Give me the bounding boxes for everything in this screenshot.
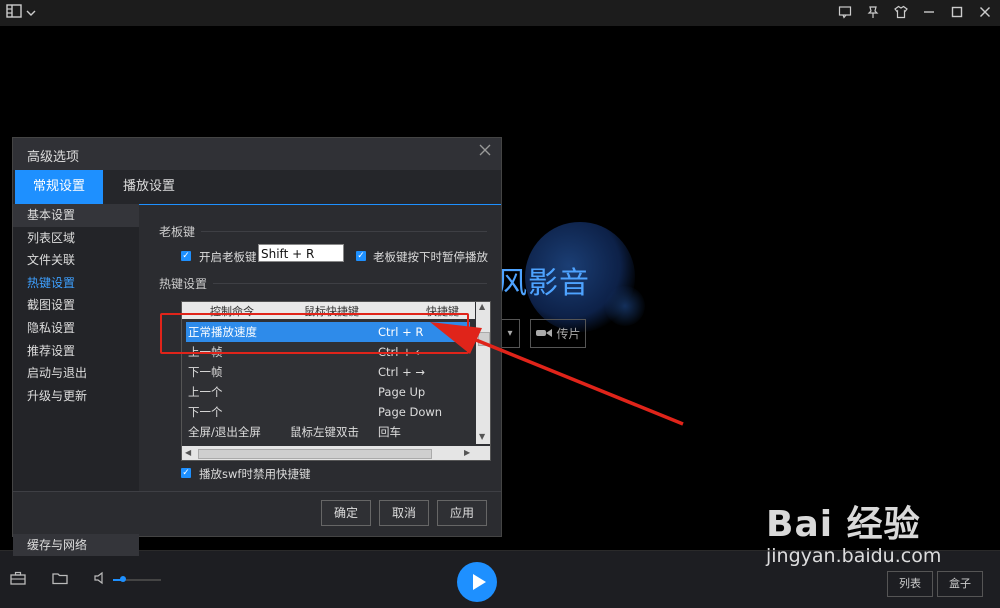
watermark: Bai 经验 jingyan.baidu.com <box>766 495 941 567</box>
horizontal-scrollbar[interactable]: ◀ ▶ <box>182 446 490 460</box>
close-icon[interactable] <box>479 144 491 160</box>
volume-knob[interactable] <box>119 576 126 582</box>
divider <box>13 491 501 492</box>
table-row[interactable]: 全屏/退出全屏 鼠标左键双击 回车 <box>186 422 470 442</box>
chevron-down-icon[interactable]: ▾ <box>501 319 520 348</box>
row-command: 下一帧 <box>188 365 223 379</box>
table-row[interactable]: 下一帧 Ctrl + → <box>186 362 470 382</box>
watermark-logo: Bai 经验 <box>766 504 921 545</box>
row-key: 回车 <box>378 425 401 439</box>
row-key: Page Down <box>378 405 443 419</box>
box-button[interactable]: 盒子 <box>937 571 983 597</box>
settings-sidebar: 基本设置 列表区域 文件关联 热键设置 截图设置 隐私设置 推荐设置 启动与退出… <box>13 204 139 556</box>
close-icon[interactable] <box>978 5 992 23</box>
maximize-icon[interactable] <box>950 5 964 23</box>
dialog-title-bar: 高级选项 <box>13 138 501 170</box>
enable-boss-key-checkbox[interactable]: ✓ <box>181 251 191 261</box>
cancel-button[interactable]: 取消 <box>379 500 429 526</box>
sidebar-item-startup-exit[interactable]: 启动与退出 <box>13 362 139 385</box>
disable-hotkeys-swf-checkbox[interactable]: ✓ <box>181 468 191 478</box>
watermark-url: jingyan.baidu.com <box>766 545 942 567</box>
table-row[interactable]: 上一个 Page Up <box>186 382 470 402</box>
sidebar-item-list-area[interactable]: 列表区域 <box>13 227 139 250</box>
boss-key-hotkey-field[interactable]: Shift + R <box>258 244 344 262</box>
volume-icon[interactable] <box>93 571 107 589</box>
row-command: 全屏/退出全屏 <box>188 425 261 439</box>
row-command: 下一个 <box>188 405 223 419</box>
pin-icon[interactable] <box>866 5 880 23</box>
pause-on-boss-key-checkbox[interactable]: ✓ <box>356 251 366 261</box>
tab-playback-settings[interactable]: 播放设置 <box>103 170 195 204</box>
row-mouse: 鼠标左键双击 <box>290 425 359 439</box>
minimize-icon[interactable] <box>922 5 936 23</box>
row-command: 上一个 <box>188 385 223 399</box>
chevron-down-icon[interactable] <box>26 5 36 21</box>
hotkey-section-label: 热键设置 <box>159 277 208 291</box>
title-bar <box>0 0 1000 26</box>
scroll-left-icon[interactable]: ◀ <box>185 448 191 457</box>
dialog-title: 高级选项 <box>27 150 80 165</box>
feedback-icon[interactable] <box>838 5 852 23</box>
disable-hotkeys-swf-label: 播放swf时禁用快捷键 <box>199 467 311 481</box>
row-key: Ctrl + → <box>378 365 426 379</box>
row-key: Page Up <box>378 385 426 399</box>
volume-slider[interactable] <box>113 576 161 582</box>
tab-bar: 常规设置 播放设置 <box>13 170 501 205</box>
sidebar-item-recommend[interactable]: 推荐设置 <box>13 340 139 363</box>
list-button[interactable]: 列表 <box>887 571 933 597</box>
scroll-down-icon[interactable]: ▼ <box>479 432 485 441</box>
highlight-box <box>160 313 469 354</box>
scrollbar-thumb[interactable] <box>478 332 490 346</box>
apply-button[interactable]: 应用 <box>437 500 487 526</box>
scroll-right-icon[interactable]: ▶ <box>464 448 470 457</box>
upload-label: 传片 <box>556 327 581 341</box>
skin-icon[interactable] <box>894 5 908 23</box>
divider <box>201 231 487 232</box>
sidebar-item-cache-network[interactable]: 缓存与网络 <box>13 534 139 556</box>
sidebar-item-basic[interactable]: 基本设置 <box>13 204 139 227</box>
table-row[interactable]: 下一个 Page Down <box>186 402 470 422</box>
sidebar-item-privacy[interactable]: 隐私设置 <box>13 317 139 340</box>
scrollbar-thumb[interactable] <box>198 449 432 459</box>
boss-key-section-label: 老板键 <box>159 225 196 239</box>
scroll-up-icon[interactable]: ▲ <box>479 302 485 311</box>
brand-text: 风影音 <box>497 266 590 301</box>
divider <box>213 283 487 284</box>
sidebar-item-file-association[interactable]: 文件关联 <box>13 249 139 272</box>
ok-button[interactable]: 确定 <box>321 500 371 526</box>
background-glow-small <box>605 286 645 326</box>
vertical-scrollbar[interactable]: ▲ ▼ <box>476 302 490 444</box>
play-button[interactable] <box>457 562 497 602</box>
upload-button[interactable]: 传片 <box>530 319 586 348</box>
toolbox-icon[interactable] <box>10 571 26 589</box>
enable-boss-key-label: 开启老板键 <box>199 250 257 264</box>
sidebar-item-update[interactable]: 升级与更新 <box>13 385 139 408</box>
folder-icon[interactable] <box>52 571 68 589</box>
layout-icon[interactable] <box>6 4 22 22</box>
pause-on-boss-key-label: 老板键按下时暂停播放 <box>373 250 488 264</box>
sidebar-item-hotkeys[interactable]: 热键设置 <box>13 272 139 295</box>
tab-general-settings[interactable]: 常规设置 <box>15 170 103 204</box>
sidebar-item-screenshot[interactable]: 截图设置 <box>13 294 139 317</box>
upload-icon <box>535 327 553 341</box>
